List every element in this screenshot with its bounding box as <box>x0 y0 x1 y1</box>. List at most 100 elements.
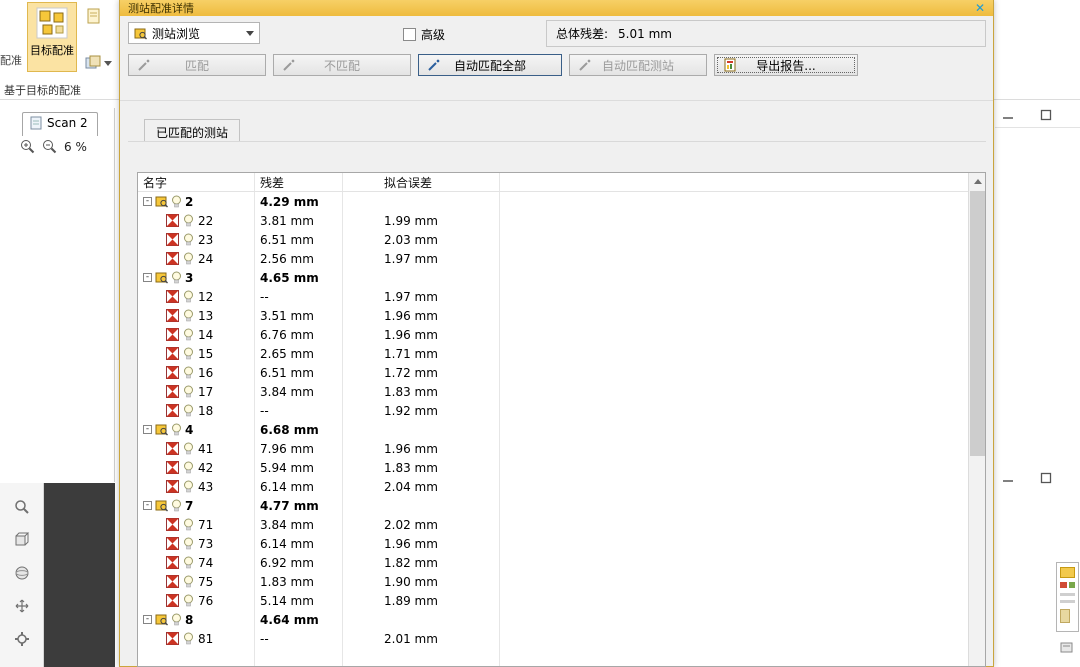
row-fit-error: 1.96 mm <box>384 308 438 323</box>
table-row[interactable]: - 15 2.65 mm 1.71 mm <box>138 344 985 363</box>
matched-stations-tab[interactable]: 已匹配的测站 <box>144 119 241 142</box>
auto-match-all-label: 自动匹配全部 <box>453 58 526 73</box>
header-residual[interactable]: 残差 <box>254 173 342 191</box>
page-icon[interactable] <box>86 8 102 24</box>
collapse-toggle[interactable]: - <box>143 615 152 624</box>
row-name: 4 <box>185 422 194 437</box>
table-row[interactable]: - 13 3.51 mm 1.96 mm <box>138 306 985 325</box>
right-panel-separator <box>995 127 1080 128</box>
collapse-toggle[interactable]: - <box>143 197 152 206</box>
lightbulb-icon <box>183 252 194 265</box>
application-window: 目标配准 配准 基于目标的配准 Scan 2 6 % 测站配准详情 ✕ 测站浏览… <box>0 0 1080 667</box>
target-registration-label: 目标配准 <box>30 44 74 57</box>
collapse-toggle[interactable]: - <box>143 273 152 282</box>
target-registration-button[interactable]: 目标配准 <box>27 2 77 72</box>
zoom-level-value[interactable]: 6 % <box>64 140 87 154</box>
target-icon <box>166 575 179 588</box>
auto-match-station-button[interactable]: 自动匹配测站 <box>569 54 707 76</box>
table-row[interactable]: - 4 6.68 mm <box>138 420 985 439</box>
table-row[interactable]: - 16 6.51 mm 1.72 mm <box>138 363 985 382</box>
scan-tab-label: Scan 2 <box>47 116 88 130</box>
table-row[interactable]: - 43 6.14 mm 2.04 mm <box>138 477 985 496</box>
row-residual: 6.51 mm <box>260 232 314 247</box>
station-registration-dialog: 测站配准详情 ✕ 测站浏览 高级 总体残差: 5.01 mm 匹配 不匹配 自动… <box>119 0 994 667</box>
row-name: 73 <box>198 536 214 551</box>
settings-tool-icon[interactable] <box>14 631 30 647</box>
table-row[interactable]: - 24 2.56 mm 1.97 mm <box>138 249 985 268</box>
table-row[interactable]: - 81 -- 2.01 mm <box>138 629 985 648</box>
scrollbar-thumb[interactable] <box>970 191 985 456</box>
target-icon <box>166 309 179 322</box>
advanced-checkbox[interactable] <box>403 28 416 41</box>
dropdown-arrow-icon[interactable] <box>104 61 112 66</box>
preview-thumbnail[interactable] <box>1056 562 1079 632</box>
table-row[interactable]: - 8 4.64 mm <box>138 610 985 629</box>
row-residual: 6.68 mm <box>260 422 319 437</box>
table-row[interactable]: - 3 4.65 mm <box>138 268 985 287</box>
match-button[interactable]: 匹配 <box>128 54 266 76</box>
table-scrollbar[interactable] <box>968 173 985 666</box>
scan-doc-icon <box>30 116 42 130</box>
close-icon[interactable]: ✕ <box>975 1 985 15</box>
table-row[interactable]: - 12 -- 1.97 mm <box>138 287 985 306</box>
table-row[interactable]: - 18 -- 1.92 mm <box>138 401 985 420</box>
dialog-titlebar[interactable]: 测站配准详情 ✕ <box>120 0 993 16</box>
table-row[interactable]: - 76 5.14 mm 1.89 mm <box>138 591 985 610</box>
table-row[interactable]: - 41 7.96 mm 1.96 mm <box>138 439 985 458</box>
tab-scan-2[interactable]: Scan 2 <box>22 112 98 136</box>
advanced-label: 高级 <box>421 28 446 42</box>
zoom-out-icon[interactable] <box>42 139 57 154</box>
table-row[interactable]: - 14 6.76 mm 1.96 mm <box>138 325 985 344</box>
table-row[interactable]: - 2 4.29 mm <box>138 192 985 211</box>
scroll-up-button[interactable] <box>969 173 985 190</box>
unmatch-button[interactable]: 不匹配 <box>273 54 411 76</box>
sphere-tool-icon[interactable] <box>14 565 30 581</box>
station-view-dropdown[interactable]: 测站浏览 <box>128 22 260 44</box>
row-name: 23 <box>198 232 214 247</box>
table-row[interactable]: - 74 6.92 mm 1.82 mm <box>138 553 985 572</box>
lightbulb-icon <box>183 632 194 645</box>
row-fit-error: 2.03 mm <box>384 232 438 247</box>
table-row[interactable]: - 22 3.81 mm 1.99 mm <box>138 211 985 230</box>
header-name[interactable]: 名字 <box>138 173 254 191</box>
table-row[interactable]: - 73 6.14 mm 1.96 mm <box>138 534 985 553</box>
collapse-toggle[interactable]: - <box>143 501 152 510</box>
target-icon <box>166 290 179 303</box>
auto-match-all-button[interactable]: 自动匹配全部 <box>418 54 562 76</box>
pan-tool-icon[interactable] <box>14 598 30 614</box>
minimize-icon[interactable] <box>1002 472 1014 484</box>
zoom-in-icon[interactable] <box>20 139 35 154</box>
table-row[interactable]: - 23 6.51 mm 2.03 mm <box>138 230 985 249</box>
zoom-tool-icon[interactable] <box>14 499 30 515</box>
target-icon <box>166 214 179 227</box>
row-fit-error <box>342 496 499 515</box>
row-name: 3 <box>185 270 194 285</box>
table-row[interactable]: - 7 4.77 mm <box>138 496 985 515</box>
minimize-icon[interactable] <box>1002 109 1014 121</box>
target-based-registration-label: 基于目标的配准 <box>4 84 81 97</box>
maximize-icon[interactable] <box>1040 109 1052 121</box>
table-row[interactable]: - 17 3.84 mm 1.83 mm <box>138 382 985 401</box>
row-name: 16 <box>198 365 214 380</box>
row-name: 75 <box>198 574 214 589</box>
export-report-button[interactable]: 导出报告... <box>714 54 858 76</box>
corner-tool-icon[interactable] <box>1060 640 1074 654</box>
row-fit-error: 2.01 mm <box>384 631 438 646</box>
table-row[interactable]: - 71 3.84 mm 2.02 mm <box>138 515 985 534</box>
row-fit-error: 1.72 mm <box>384 365 438 380</box>
collapse-toggle[interactable]: - <box>143 425 152 434</box>
target-icon <box>166 328 179 341</box>
advanced-checkbox-wrap[interactable]: 高级 <box>403 26 445 43</box>
registration-tool-icon[interactable] <box>84 54 102 72</box>
maximize-icon[interactable] <box>1040 472 1052 484</box>
station-icon <box>155 423 168 436</box>
table-row[interactable]: - 75 1.83 mm 1.90 mm <box>138 572 985 591</box>
header-fit-error[interactable]: 拟合误差 <box>342 173 499 191</box>
target-icon <box>166 537 179 550</box>
scroll-up-icon <box>973 179 982 184</box>
table-row[interactable]: - 42 5.94 mm 1.83 mm <box>138 458 985 477</box>
lightbulb-icon <box>183 594 194 607</box>
viewport-3d[interactable] <box>44 483 115 667</box>
wand-icon <box>137 58 151 72</box>
cube-tool-icon[interactable] <box>14 532 30 548</box>
